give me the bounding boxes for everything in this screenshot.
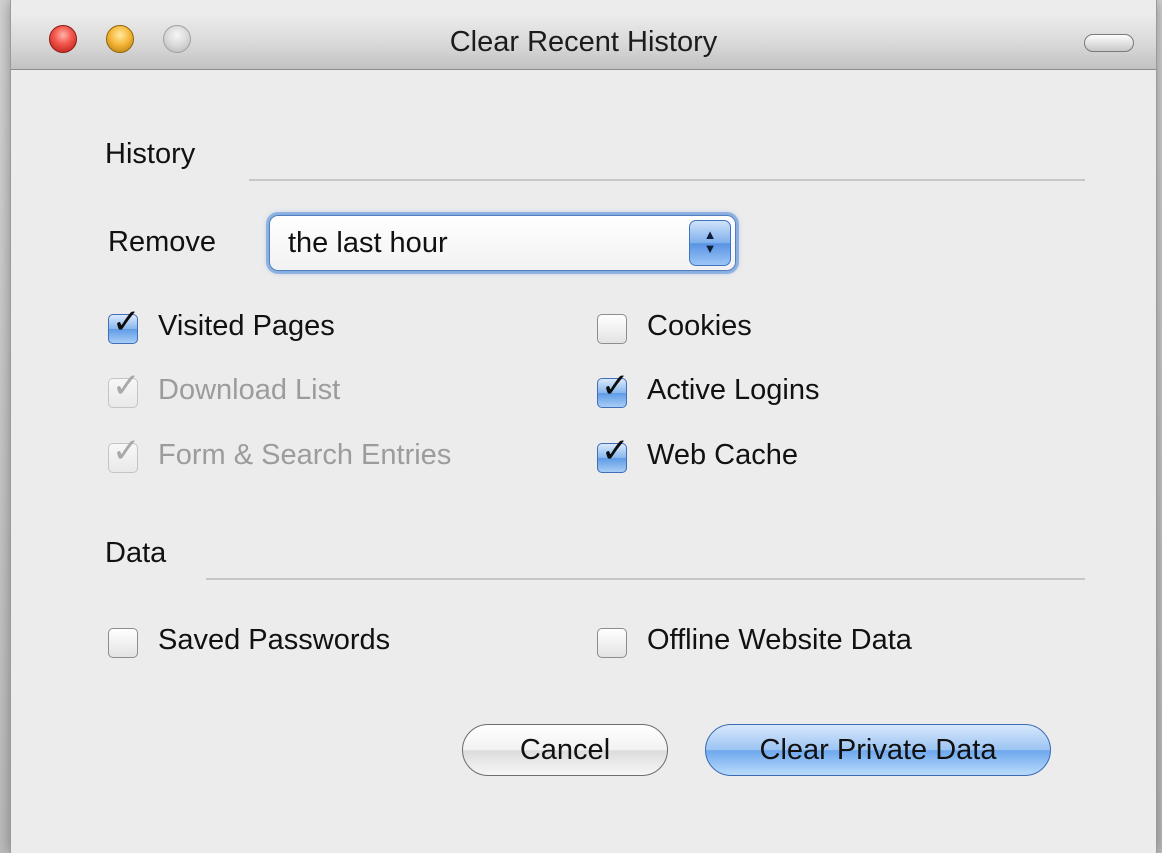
checkmark-icon: ✓ — [112, 302, 141, 342]
checkmark-icon: ✓ — [601, 366, 630, 406]
visited-pages-checkbox[interactable]: ✓ — [108, 305, 141, 344]
data-section-label: Data — [105, 537, 167, 569]
saved-passwords-checkbox[interactable] — [108, 628, 138, 658]
checkmark-icon: ✓ — [601, 431, 630, 471]
history-section-label: History — [105, 138, 196, 170]
active-logins-label: Active Logins — [647, 374, 820, 406]
offline-website-data-checkbox[interactable] — [597, 628, 627, 658]
clear-history-dialog: Clear Recent History History Remove the … — [10, 0, 1157, 853]
time-range-select[interactable]: the last hour ▲ ▼ — [269, 215, 736, 271]
window-title: Clear Recent History — [449, 26, 718, 58]
offline-website-data-label: Offline Website Data — [647, 624, 912, 656]
clear-private-data-button[interactable]: Clear Private Data — [705, 724, 1051, 776]
visited-pages-label: Visited Pages — [158, 310, 335, 342]
saved-passwords-label: Saved Passwords — [158, 624, 391, 656]
title-bar[interactable]: Clear Recent History — [11, 12, 1156, 70]
cookies-label: Cookies — [647, 310, 752, 342]
web-cache-checkbox[interactable]: ✓ — [597, 434, 630, 473]
form-search-entries-label: Form & Search Entries — [158, 439, 452, 471]
cookies-checkbox[interactable] — [597, 314, 627, 344]
download-list-checkbox: ✓ — [108, 369, 141, 408]
checkmark-icon: ✓ — [112, 366, 141, 406]
form-search-entries-checkbox: ✓ — [108, 434, 141, 473]
select-arrows-icon: ▲ ▼ — [689, 220, 731, 266]
web-cache-label: Web Cache — [647, 439, 798, 471]
toolbar-toggle-button[interactable] — [1084, 34, 1134, 52]
history-separator — [249, 179, 1085, 181]
remove-label: Remove — [108, 226, 216, 258]
checkmark-icon: ✓ — [112, 431, 141, 471]
time-range-value: the last hour — [288, 227, 448, 259]
data-separator — [206, 578, 1085, 580]
active-logins-checkbox[interactable]: ✓ — [597, 369, 630, 408]
download-list-label: Download List — [158, 374, 341, 406]
cancel-button[interactable]: Cancel — [462, 724, 668, 776]
